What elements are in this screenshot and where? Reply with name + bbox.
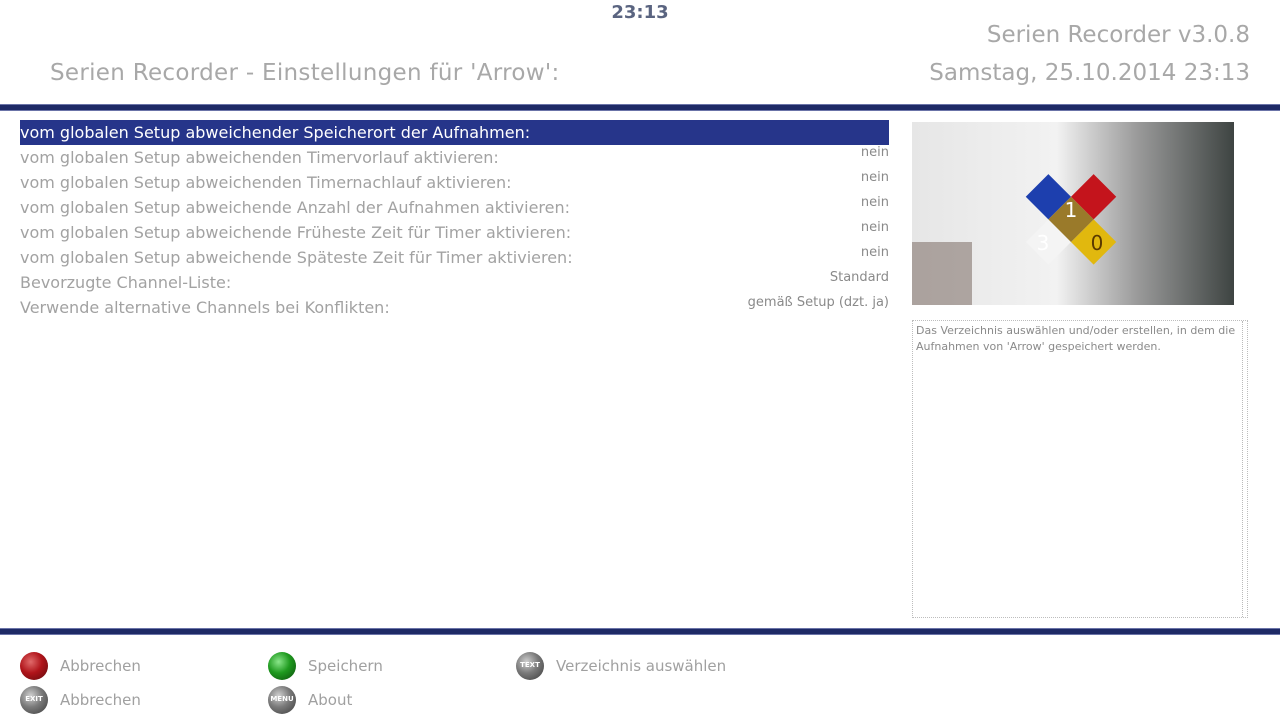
setting-label: vom globalen Setup abweichende Anzahl de… [20,198,571,217]
red-key-label: Abbrechen [60,657,141,675]
setting-row-anzahl-aufnahmen[interactable]: vom globalen Setup abweichende Anzahl de… [20,195,889,220]
setting-row-spaeteste-zeit[interactable]: vom globalen Setup abweichende Späteste … [20,245,889,270]
setting-row-alternative-channels[interactable]: Verwende alternative Channels bei Konfli… [20,295,889,320]
setting-value: nein [860,195,889,210]
key-hint-text[interactable]: TEXT Verzeichnis auswählen [516,651,726,681]
svg-text:0: 0 [1091,231,1104,255]
setting-value: nein [860,245,889,260]
text-key-icon: TEXT [516,652,544,680]
setting-label: Bevorzugte Channel-Liste: [20,273,232,292]
header-datetime: Samstag, 25.10.2014 23:13 [929,60,1250,86]
red-key-icon [20,652,48,680]
header-divider [0,104,1280,111]
green-key-icon [268,652,296,680]
setting-row-timervorlauf[interactable]: vom globalen Setup abweichenden Timervor… [20,145,889,170]
settings-list: vom globalen Setup abweichender Speicher… [20,120,889,320]
setting-row-frueheste-zeit[interactable]: vom globalen Setup abweichende Früheste … [20,220,889,245]
clock: 23:13 [611,2,669,23]
setting-label: vom globalen Setup abweichende Späteste … [20,248,573,267]
setting-value: nein [860,220,889,235]
exit-key-icon: EXIT [20,686,48,714]
setting-value: Standard [829,270,889,285]
description-scrollbar[interactable] [1242,321,1245,617]
key-hint-menu[interactable]: MENU About [268,685,352,715]
key-hint-red[interactable]: Abbrechen [20,651,141,681]
svg-text:3: 3 [1037,231,1050,255]
setting-label: vom globalen Setup abweichenden Timernac… [20,173,512,192]
app-version: Serien Recorder v3.0.8 [986,22,1250,48]
setting-value: nein [860,145,889,160]
series-cover-image: 1 0 3 [912,122,1234,305]
footer-divider [0,628,1280,635]
description-panel: Das Verzeichnis auswählen und/oder erste… [912,320,1248,618]
menu-key-label: About [308,691,353,709]
setting-value: gemäß Setup (dzt. ja) [747,295,889,310]
text-key-label: Verzeichnis auswählen [556,657,727,675]
exit-key-label: Abbrechen [60,691,141,709]
setting-label: vom globalen Setup abweichende Früheste … [20,223,572,242]
setting-value: nein [860,170,889,185]
svg-text:1: 1 [1065,198,1078,222]
setting-label: Verwende alternative Channels bei Konfli… [20,298,390,317]
key-hint-green[interactable]: Speichern [268,651,383,681]
key-hint-exit[interactable]: EXIT Abbrechen [20,685,141,715]
menu-key-icon: MENU [268,686,296,714]
description-text: Das Verzeichnis auswählen und/oder erste… [916,324,1236,353]
page-title: Serien Recorder - Einstellungen für 'Arr… [50,60,560,86]
arrow-series-cover-image: 1 0 3 [912,122,1234,305]
setting-row-speicherort[interactable]: vom globalen Setup abweichender Speicher… [20,120,889,145]
setting-row-timernachlauf[interactable]: vom globalen Setup abweichenden Timernac… [20,170,889,195]
setting-label: vom globalen Setup abweichender Speicher… [20,123,531,142]
green-key-label: Speichern [308,657,383,675]
setting-label: vom globalen Setup abweichenden Timervor… [20,148,499,167]
